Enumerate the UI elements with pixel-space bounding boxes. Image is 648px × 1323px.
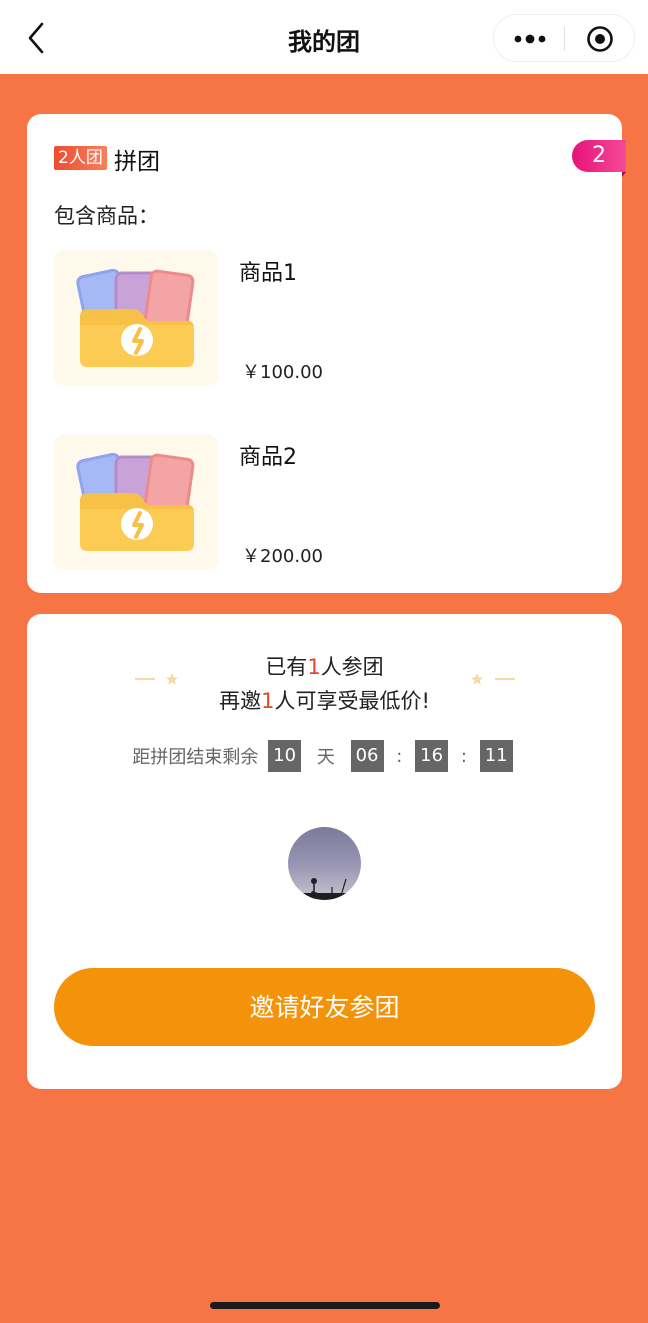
member-avatar[interactable] [288, 827, 361, 900]
group-products-card: 2人团 拼团 2 包含商品： 商品1 ￥100.00 商品2 ￥200.00 [27, 114, 626, 593]
group-status-card: 已有1人参团 再邀1人可享受最低价! 距拼团结束剩余 10 天 06 : 16 … [27, 614, 622, 1089]
capsule-divider [564, 27, 565, 51]
product-item[interactable]: 商品2 ￥200.00 [54, 435, 594, 569]
product-name: 商品2 [239, 445, 297, 470]
navigation-bar: 我的团 [0, 0, 648, 74]
group-size-tag: 2人团 [54, 146, 107, 170]
group-title: 拼团 [114, 149, 160, 175]
joined-count-line: 已有1人参团 [265, 655, 384, 679]
countdown-label: 距拼团结束剩余 [132, 747, 259, 768]
product-name: 商品1 [239, 261, 297, 286]
countdown-day-unit: 天 [316, 747, 335, 768]
folder-cards-icon [76, 452, 195, 551]
countdown-separator: : [460, 745, 467, 767]
target-circle-icon[interactable] [586, 25, 614, 53]
invite-friends-button[interactable]: 邀请好友参团 [54, 968, 595, 1046]
product-item[interactable]: 商品1 ￥100.00 [54, 251, 594, 385]
countdown-hours: 06 [350, 740, 384, 772]
home-indicator [210, 1302, 440, 1309]
contains-label: 包含商品： [54, 204, 159, 228]
mini-program-capsule [493, 14, 635, 62]
more-dots-icon[interactable] [512, 29, 548, 49]
folder-cards-icon [76, 268, 195, 367]
count-badge: 2 [572, 140, 626, 177]
avatar-silhouette [288, 878, 361, 900]
countdown-days: 10 [268, 740, 302, 772]
product-image [54, 435, 218, 569]
countdown-timer: 距拼团结束剩余 10 天 06 : 16 : 11 [27, 740, 622, 772]
countdown-seconds: 11 [479, 740, 513, 772]
countdown-minutes: 16 [415, 740, 449, 772]
product-price: ￥200.00 [242, 546, 323, 567]
join-status-text: 已有1人参团 再邀1人可享受最低价! [27, 650, 622, 718]
product-price: ￥100.00 [242, 362, 323, 383]
product-image [54, 251, 218, 385]
countdown-separator: : [396, 745, 403, 767]
invite-needed-line: 再邀1人可享受最低价! [219, 689, 430, 713]
